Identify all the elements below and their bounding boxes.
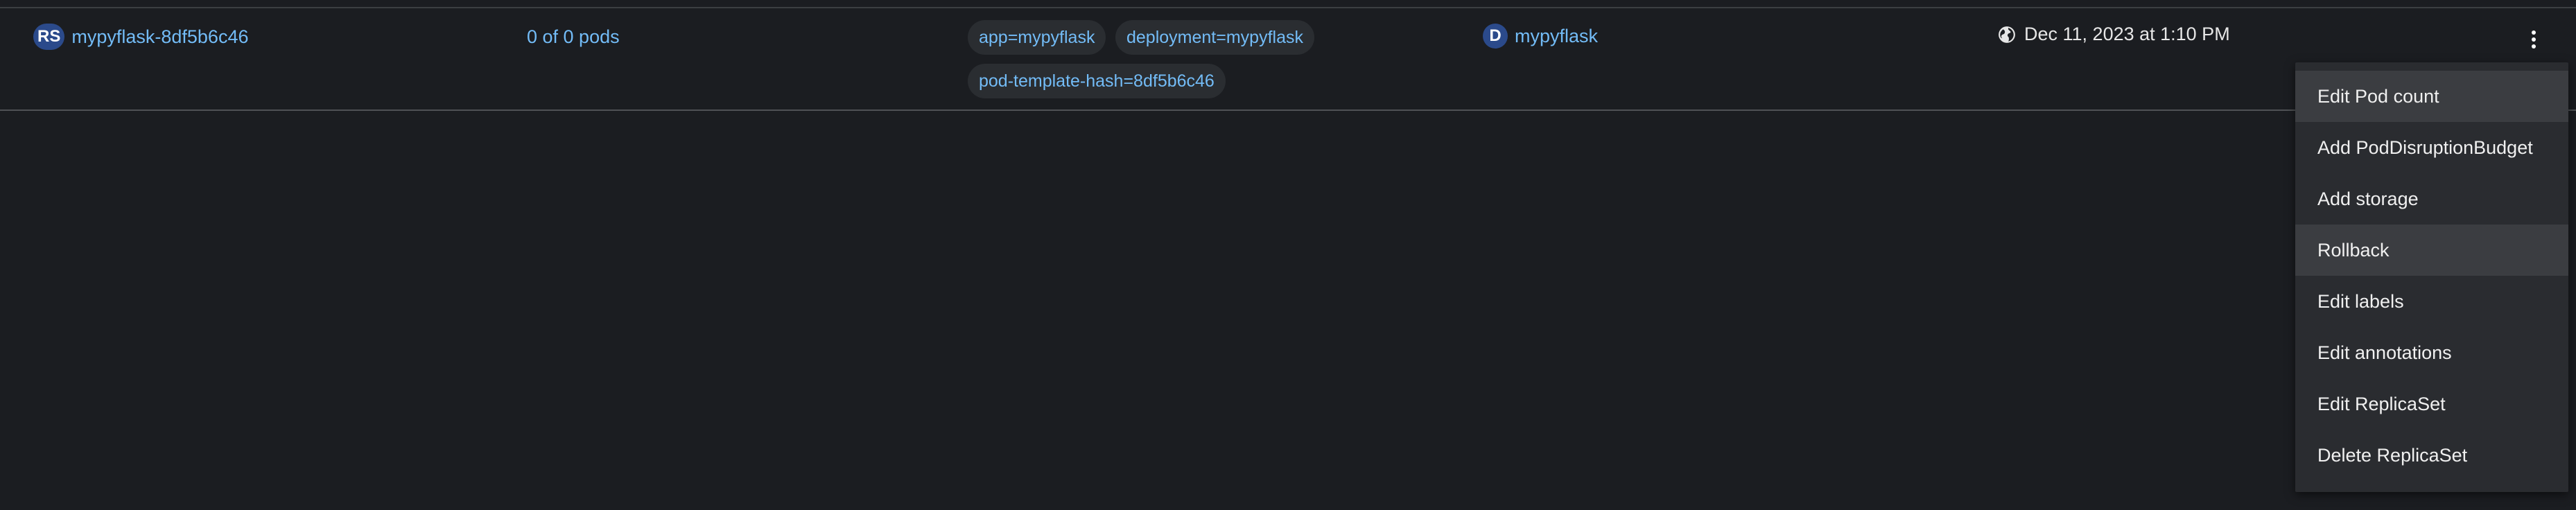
label-chip-deployment[interactable]: deployment=mypyflask	[1115, 20, 1314, 55]
menu-item-edit-annotations[interactable]: Edit annotations	[2295, 327, 2568, 378]
status-cell: 0 of 0 pods	[527, 24, 620, 50]
replicaset-name-link[interactable]: mypyflask-8df5b6c46	[71, 26, 248, 48]
label-chip-pod-template-hash[interactable]: pod-template-hash=8df5b6c46	[968, 64, 1226, 98]
globe-icon	[1999, 26, 2015, 43]
menu-item-edit-labels[interactable]: Edit labels	[2295, 276, 2568, 327]
menu-item-add-storage[interactable]: Add storage	[2295, 173, 2568, 225]
label-chip-app[interactable]: app=mypyflask	[968, 20, 1106, 55]
menu-item-add-pod-disruption-budget[interactable]: Add PodDisruptionBudget	[2295, 122, 2568, 173]
kebab-dot	[2532, 44, 2536, 49]
row-divider	[0, 109, 2576, 111]
actions-menu: Edit Pod count Add PodDisruptionBudget A…	[2295, 62, 2568, 492]
table-row: RS mypyflask-8df5b6c46 0 of 0 pods app=m…	[0, 8, 2576, 109]
deployment-badge: D	[1483, 24, 1508, 49]
menu-item-edit-replicaset[interactable]: Edit ReplicaSet	[2295, 378, 2568, 430]
kebab-dot	[2532, 37, 2536, 42]
owner-deployment-link[interactable]: mypyflask	[1515, 26, 1598, 47]
created-cell: Dec 11, 2023 at 1:10 PM	[1998, 24, 2230, 45]
kebab-icon[interactable]	[2523, 25, 2544, 54]
menu-item-delete-replicaset[interactable]: Delete ReplicaSet	[2295, 430, 2568, 481]
created-timestamp: Dec 11, 2023 at 1:10 PM	[2024, 24, 2230, 44]
owner-cell: D mypyflask	[1483, 24, 1598, 49]
kebab-dot	[2532, 30, 2536, 35]
pods-status-link[interactable]: 0 of 0 pods	[527, 26, 620, 48]
menu-item-edit-pod-count[interactable]: Edit Pod count	[2295, 71, 2568, 122]
replicaset-badge: RS	[33, 24, 65, 50]
name-cell: RS mypyflask-8df5b6c46	[33, 24, 248, 50]
replicasets-page: RS mypyflask-8df5b6c46 0 of 0 pods app=m…	[0, 0, 2576, 510]
menu-item-rollback[interactable]: Rollback	[2295, 225, 2568, 276]
